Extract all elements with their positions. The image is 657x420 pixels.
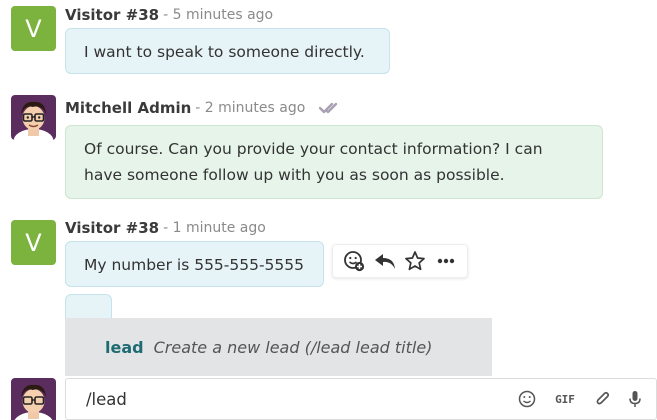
emoji-button[interactable] (514, 386, 540, 412)
composer-input[interactable] (84, 388, 508, 410)
avatar-letter: V (25, 228, 42, 257)
composer-avatar (11, 378, 56, 420)
message-header: Visitor #38 - 5 minutes ago (65, 4, 273, 26)
chat-window: V Visitor #38 - 5 minutes ago I want to … (0, 0, 657, 420)
reply-icon (374, 254, 395, 269)
gif-label: GIF (555, 392, 575, 406)
composer-toolbar: GIF (508, 379, 648, 419)
attach-button[interactable] (590, 386, 616, 412)
command-suggestion[interactable]: lead Create a new lead (/lead lead title… (65, 318, 492, 376)
add-reaction-button[interactable] (341, 248, 367, 274)
microphone-icon (629, 391, 641, 407)
avatar-letter: V (25, 14, 42, 43)
admin-avatar[interactable] (11, 95, 56, 140)
visitor-avatar[interactable]: V (11, 220, 56, 265)
suggestion-command: lead (105, 337, 144, 357)
visitor-avatar[interactable]: V (11, 6, 56, 51)
message-composer: GIF (65, 378, 657, 420)
message-bubble: Of course. Can you provide your contact … (65, 125, 603, 199)
gif-button[interactable]: GIF (552, 386, 578, 412)
message-actions-toolbar (332, 244, 468, 278)
message-bubble: I want to speak to someone directly. (65, 28, 390, 74)
suggestion-description: Create a new lead (/lead lead title) (153, 337, 433, 357)
message-bubble: My number is 555-555-5555 (65, 241, 324, 287)
more-options-icon (437, 258, 454, 264)
star-button[interactable] (402, 248, 428, 274)
message-text: My number is 555-555-5555 (84, 256, 305, 274)
message-time: - 1 minute ago (163, 220, 266, 236)
composer-avatar-image (11, 378, 56, 420)
reply-button[interactable] (372, 248, 398, 274)
message-time: - 5 minutes ago (163, 7, 274, 23)
read-checkmarks-icon (319, 101, 341, 115)
more-options-button[interactable] (433, 248, 459, 274)
message-author[interactable]: Visitor #38 (65, 219, 159, 237)
message-text-line: Of course. Can you provide your contact … (84, 140, 543, 158)
admin-avatar-image (11, 95, 56, 140)
message-author[interactable]: Visitor #38 (65, 6, 159, 24)
star-icon (405, 251, 426, 271)
message-text: I want to speak to someone directly. (84, 43, 365, 61)
add-reaction-icon (344, 251, 365, 272)
message-header: Mitchell Admin - 2 minutes ago (65, 97, 341, 119)
message-header: Visitor #38 - 1 minute ago (65, 217, 266, 239)
voice-button[interactable] (622, 386, 648, 412)
emoji-icon (518, 390, 536, 408)
paperclip-icon (596, 391, 610, 405)
message-time: - 2 minutes ago (195, 100, 306, 116)
message-author[interactable]: Mitchell Admin (65, 99, 191, 117)
message-text-line: have someone follow up with you as soon … (84, 166, 505, 184)
